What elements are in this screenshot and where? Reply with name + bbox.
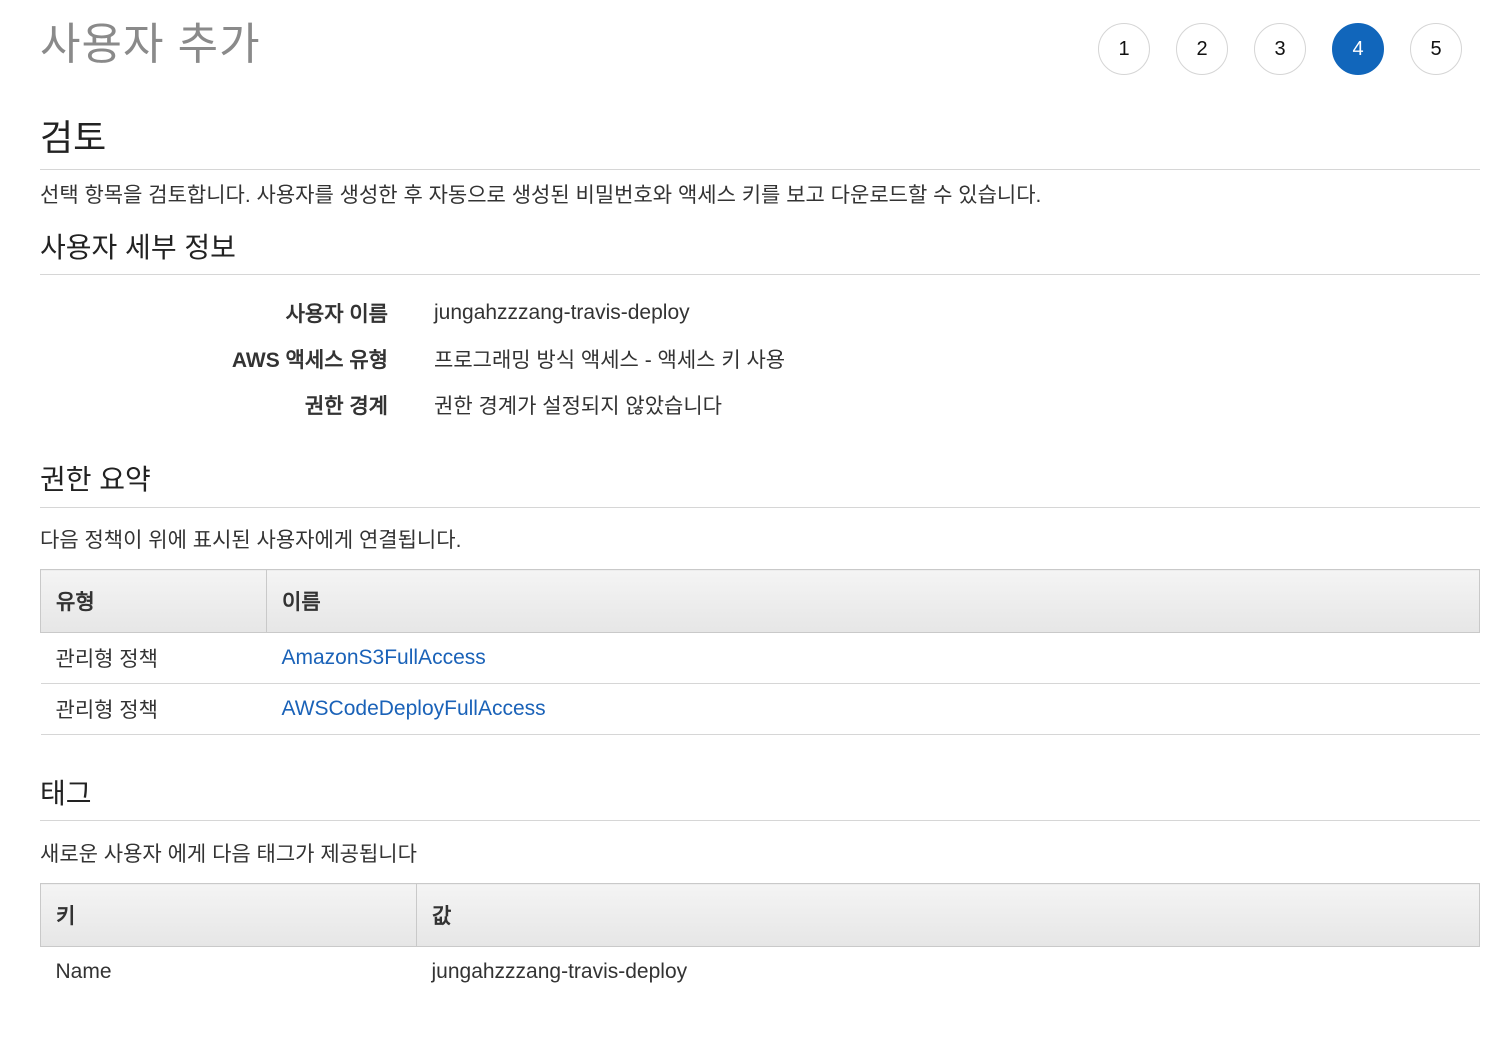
- detail-value: jungahzzzang-travis-deploy: [434, 301, 690, 324]
- step-3[interactable]: 3: [1254, 23, 1306, 75]
- detail-label: 권한 경계: [304, 395, 388, 418]
- table-row: 관리형 정책 AmazonS3FullAccess: [40, 632, 1480, 684]
- step-5[interactable]: 5: [1410, 23, 1462, 75]
- page-title: 사용자 추가: [40, 20, 261, 69]
- permissions-table: 유형 이름 관리형 정책 AmazonS3FullAccess 관리형 정책 A…: [40, 569, 1480, 735]
- table-row: 관리형 정책 AWSCodeDeployFullAccess: [40, 683, 1480, 735]
- review-heading: 검토: [40, 116, 1480, 170]
- policy-link[interactable]: AWSCodeDeployFullAccess: [266, 683, 1480, 735]
- tags-table: 키 값 Name jungahzzzang-travis-deploy: [40, 883, 1480, 997]
- user-details-heading: 사용자 세부 정보: [40, 230, 1480, 275]
- policy-type: 관리형 정책: [40, 632, 267, 684]
- tag-value: jungahzzzang-travis-deploy: [431, 960, 688, 983]
- permissions-description: 다음 정책이 위에 표시된 사용자에게 연결됩니다.: [40, 529, 462, 552]
- column-header-key: 키: [40, 883, 417, 947]
- tag-key: Name: [55, 960, 112, 983]
- step-4-current[interactable]: 4: [1332, 23, 1384, 75]
- column-header-value: 값: [416, 883, 1480, 947]
- column-header-name: 이름: [266, 569, 1480, 633]
- detail-row-access-type: AWS 액세스 유형 프로그래밍 방식 액세스 - 액세스 키 사용: [40, 336, 785, 382]
- detail-value: 프로그래밍 방식 액세스 - 액세스 키 사용: [434, 349, 786, 372]
- step-2[interactable]: 2: [1176, 23, 1228, 75]
- tags-description: 새로운 사용자 에게 다음 태그가 제공됩니다: [40, 843, 417, 866]
- permissions-summary-heading: 권한 요약: [40, 462, 1480, 508]
- column-header-type: 유형: [40, 569, 267, 633]
- policy-type: 관리형 정책: [40, 683, 267, 735]
- step-1[interactable]: 1: [1098, 23, 1150, 75]
- detail-value: 권한 경계가 설정되지 않았습니다: [434, 395, 722, 418]
- detail-label: AWS 액세스 유형: [231, 349, 388, 372]
- review-description: 선택 항목을 검토합니다. 사용자를 생성한 후 자동으로 생성된 비밀번호와 …: [40, 184, 1042, 207]
- policy-link[interactable]: AmazonS3FullAccess: [266, 632, 1480, 684]
- user-details-list: 사용자 이름 jungahzzzang-travis-deploy AWS 액세…: [40, 290, 785, 428]
- table-row: Name jungahzzzang-travis-deploy: [41, 947, 1480, 998]
- detail-label: 사용자 이름: [285, 303, 388, 326]
- detail-row-username: 사용자 이름 jungahzzzang-travis-deploy: [40, 290, 785, 336]
- tags-heading: 태그: [40, 776, 1480, 821]
- add-user-page: 사용자 추가 1 2 3 4 5 검토 선택 항목을 검토합니다. 사용자를 생…: [0, 0, 1496, 1060]
- step-indicator: 1 2 3 4 5: [1098, 23, 1462, 75]
- detail-row-permission-boundary: 권한 경계 권한 경계가 설정되지 않았습니다: [40, 382, 785, 428]
